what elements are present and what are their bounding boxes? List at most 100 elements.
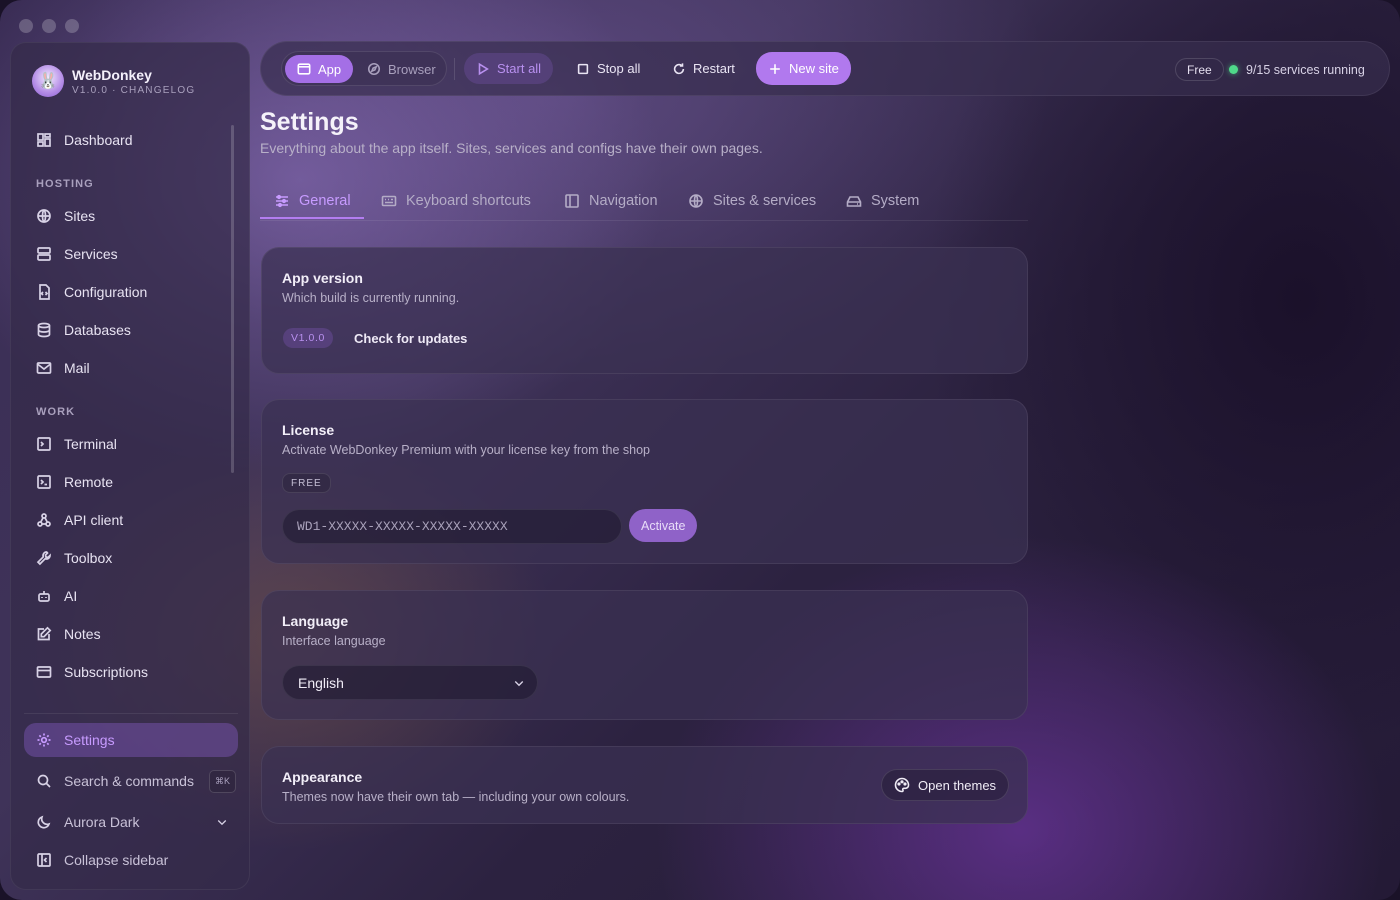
sidebar-item-api-client[interactable]: API client xyxy=(24,503,238,537)
sidebar-item-dashboard[interactable]: Dashboard xyxy=(24,123,238,157)
settings-tabs: General Keyboard shortcuts Navigation Si… xyxy=(260,182,1028,221)
card-description: Which build is currently running. xyxy=(282,291,460,305)
sidebar-collapse-icon xyxy=(37,853,51,867)
tab-system[interactable]: System xyxy=(846,182,919,219)
app-window-icon xyxy=(297,63,311,75)
card-title: License xyxy=(282,422,335,438)
keyboard-icon xyxy=(381,195,397,206)
database-icon xyxy=(37,322,51,338)
services-status[interactable]: 9/15 services running xyxy=(1229,58,1365,81)
restart-button[interactable]: Restart xyxy=(660,53,747,84)
globe-icon xyxy=(37,209,51,223)
play-icon xyxy=(478,62,489,75)
sidebar-item-toolbox[interactable]: Toolbox xyxy=(24,541,238,575)
sidebar-item-label: Toolbox xyxy=(64,550,113,566)
app-version-card: App version Which build is currently run… xyxy=(261,247,1028,374)
new-site-label: New site xyxy=(789,61,839,76)
active-tab-indicator xyxy=(260,217,364,219)
card-title: Appearance xyxy=(282,769,363,785)
sidebar-item-ai[interactable]: AI xyxy=(24,579,238,613)
mode-app-button[interactable]: App xyxy=(285,55,354,83)
collapse-sidebar-button[interactable]: Collapse sidebar xyxy=(24,843,238,877)
sidebar-item-databases[interactable]: Databases xyxy=(24,313,238,347)
sidebar-item-terminal[interactable]: Terminal xyxy=(24,427,238,461)
page-subtitle: Everything about the app itself. Sites, … xyxy=(260,140,763,156)
language-selected-value: English xyxy=(298,674,344,691)
license-tier-badge: FREE xyxy=(282,473,331,493)
card-description: Interface language xyxy=(282,634,386,648)
sidebar-scrollbar[interactable] xyxy=(231,125,234,473)
start-all-button[interactable]: Start all xyxy=(464,53,554,84)
tab-label: Navigation xyxy=(589,192,658,209)
open-themes-label: Open themes xyxy=(918,777,997,793)
gear-icon xyxy=(37,733,51,747)
toolbar-separator xyxy=(454,58,455,80)
dashboard-icon xyxy=(37,133,51,147)
credit-card-icon xyxy=(36,666,52,678)
tab-sites-services[interactable]: Sites & services xyxy=(688,182,816,219)
moon-icon xyxy=(37,815,51,829)
sidebar-item-search[interactable]: Search & commands ⌘K xyxy=(24,764,238,798)
tab-navigation[interactable]: Navigation xyxy=(564,182,658,219)
palette-icon xyxy=(894,777,910,793)
tab-general[interactable]: General xyxy=(274,182,351,219)
check-updates-button[interactable]: Check for updates xyxy=(354,328,467,348)
app-version-changelog[interactable]: V1.0.0 · CHANGELOG xyxy=(72,85,195,96)
file-code-icon xyxy=(39,284,50,300)
mode-browser-label: Browser xyxy=(388,61,436,77)
appearance-card: Appearance Themes now have their own tab… xyxy=(261,746,1028,824)
section-label-hosting: HOSTING xyxy=(36,178,94,190)
sidebar-item-label: Sites xyxy=(64,208,96,224)
stop-all-button[interactable]: Stop all xyxy=(564,53,652,84)
new-site-button[interactable]: New site xyxy=(756,52,851,85)
card-title: Language xyxy=(282,613,349,629)
close-window-button[interactable] xyxy=(19,19,33,33)
sidebar-item-label: Dashboard xyxy=(64,132,133,148)
language-select[interactable]: English xyxy=(282,665,538,700)
sidebar-item-label: Remote xyxy=(64,474,114,490)
sidebar-item-remote[interactable]: Remote xyxy=(24,465,238,499)
sidebar-item-subscriptions[interactable]: Subscriptions xyxy=(24,655,238,689)
sidebar-item-label: Search & commands xyxy=(64,773,194,789)
page-title: Settings xyxy=(260,108,359,136)
restart-icon xyxy=(673,62,685,74)
theme-selector[interactable]: Aurora Dark xyxy=(24,805,238,839)
sidebar-item-sites[interactable]: Sites xyxy=(24,199,238,233)
sidebar: 🐰 WebDonkey V1.0.0 · CHANGELOG Dashboard… xyxy=(10,42,250,890)
activate-button[interactable]: Activate xyxy=(629,509,698,542)
sidebar-item-label: Configuration xyxy=(64,284,148,300)
hard-drive-icon xyxy=(846,195,862,207)
license-key-input[interactable] xyxy=(282,509,622,544)
brand[interactable]: 🐰 WebDonkey V1.0.0 · CHANGELOG xyxy=(32,65,195,97)
minimize-window-button[interactable] xyxy=(42,19,56,33)
search-icon xyxy=(37,774,51,788)
card-description: Activate WebDonkey Premium with your lic… xyxy=(282,443,650,457)
sidebar-item-label: Notes xyxy=(64,626,101,642)
server-icon xyxy=(37,247,51,261)
status-dot-icon xyxy=(1229,65,1238,74)
tab-label: Keyboard shortcuts xyxy=(406,192,531,209)
plan-badge[interactable]: Free xyxy=(1175,58,1224,81)
sidebar-item-configuration[interactable]: Configuration xyxy=(24,275,238,309)
services-status-label: 9/15 services running xyxy=(1246,62,1365,77)
sidebar-item-label: Terminal xyxy=(64,436,117,452)
sidebar-item-notes[interactable]: Notes xyxy=(24,617,238,651)
mail-icon xyxy=(36,362,52,374)
version-badge: V1.0.0 xyxy=(283,328,333,348)
card-description: Themes now have their own tab — includin… xyxy=(282,790,630,804)
maximize-window-button[interactable] xyxy=(65,19,79,33)
theme-label: Aurora Dark xyxy=(64,814,140,830)
top-toolbar: App Browser Start all Stop all Restart N… xyxy=(260,41,1390,96)
sidebar-item-settings[interactable]: Settings xyxy=(24,723,238,757)
sidebar-item-mail[interactable]: Mail xyxy=(24,351,238,385)
app-window: 🐰 WebDonkey V1.0.0 · CHANGELOG Dashboard… xyxy=(0,0,1400,900)
open-themes-button[interactable]: Open themes xyxy=(881,769,1010,801)
sidebar-item-services[interactable]: Services xyxy=(24,237,238,271)
mode-browser-button[interactable]: Browser xyxy=(355,55,448,83)
sidebar-item-label: Settings xyxy=(64,732,115,748)
license-card: License Activate WebDonkey Premium with … xyxy=(261,399,1028,564)
stop-icon xyxy=(577,63,589,74)
terminal-icon xyxy=(37,437,51,451)
chevron-down-icon xyxy=(514,681,524,687)
tab-keyboard-shortcuts[interactable]: Keyboard shortcuts xyxy=(381,182,531,219)
